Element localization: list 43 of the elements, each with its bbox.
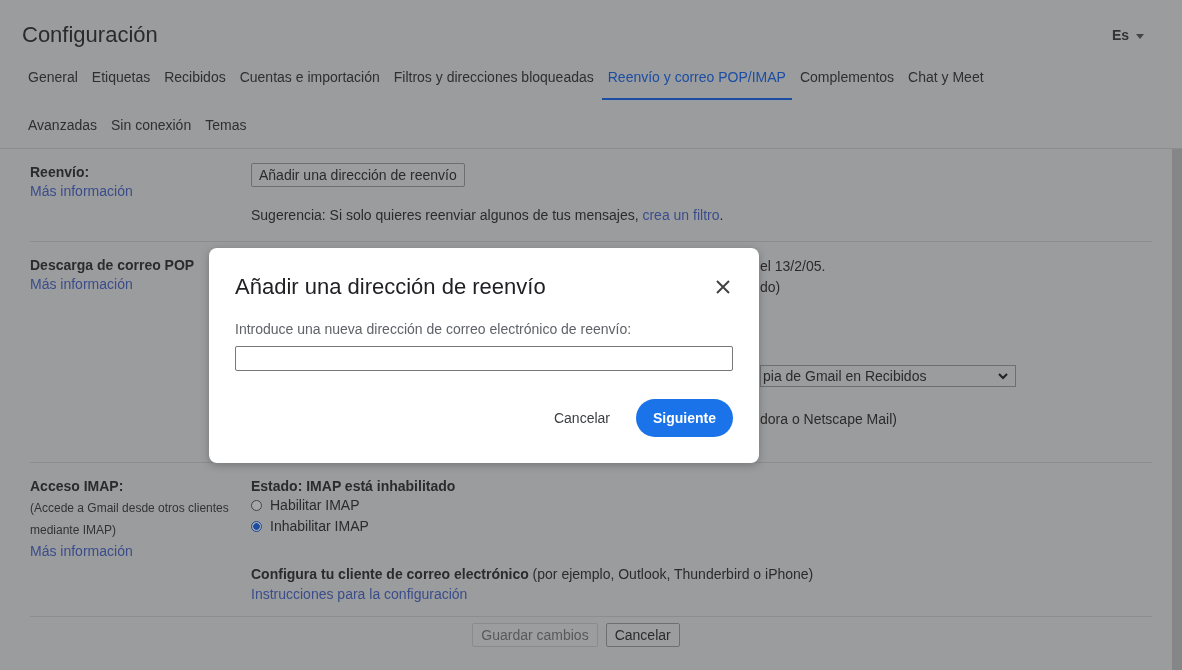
- close-icon[interactable]: [715, 279, 731, 295]
- settings-tab[interactable]: Etiquetas: [85, 52, 157, 100]
- more-info-link[interactable]: Más información: [30, 181, 133, 201]
- more-info-link[interactable]: Más información: [30, 274, 133, 294]
- pop-text: do): [760, 278, 781, 297]
- caret-icon: [1136, 33, 1144, 39]
- add-forwarding-button[interactable]: Añadir una dirección de reenvío: [251, 163, 465, 187]
- imap-option[interactable]: Inhabilitar IMAP: [251, 516, 369, 537]
- settings-tab[interactable]: Cuentas e importación: [233, 52, 386, 100]
- section-label: Descarga de correo POP: [30, 256, 195, 274]
- chevron-icon: [997, 372, 1009, 380]
- pop-text: dora o Netscape Mail): [760, 410, 897, 429]
- settings-tab[interactable]: General: [22, 52, 84, 100]
- settings-tab[interactable]: Sin conexión: [105, 100, 198, 148]
- setup-instructions-link[interactable]: Instrucciones para la configuración: [251, 584, 468, 604]
- imap-status: Estado: IMAP está inhabilitado: [251, 477, 456, 495]
- pop-select[interactable]: pia de Gmail en Recibidos: [760, 365, 1016, 387]
- radio-button[interactable]: [251, 521, 262, 532]
- page-title: Configuración: [22, 22, 158, 48]
- settings-tab[interactable]: Reenvío y correo POP/IMAP: [601, 52, 792, 100]
- dialog-title: Añadir una dirección de reenvío: [235, 274, 546, 300]
- hint-text: Sugerencia: Si solo quieres reenviar algunos de tus mensajes, crea un filtro.: [251, 206, 724, 225]
- section-description: (Accede a Gmail desde otros clientes mediante IMAP): [30, 500, 230, 539]
- language-menu[interactable]: Es: [1112, 27, 1144, 43]
- section-label: Reenvío:: [30, 163, 90, 181]
- next-button[interactable]: Siguiente: [636, 399, 733, 437]
- settings-tab[interactable]: Recibidos: [158, 52, 232, 100]
- email-input-field[interactable]: [235, 346, 733, 371]
- settings-tab[interactable]: Temas: [199, 100, 253, 148]
- cancel-button[interactable]: Cancelar: [553, 402, 610, 434]
- settings-tab[interactable]: Chat y Meet: [902, 52, 990, 100]
- create-filter-link[interactable]: crea un filtro: [642, 207, 720, 223]
- settings-tab[interactable]: Complementos: [793, 52, 901, 100]
- config-text: Configura tu cliente de correo electrónico (por ejemplo, Outlook, Thunderbird o iPhone): [251, 565, 814, 584]
- settings-tab[interactable]: Filtros y direcciones bloqueadas: [387, 52, 600, 100]
- imap-option[interactable]: Habilitar IMAP: [251, 495, 360, 516]
- pop-text: el 13/2/05.: [760, 257, 826, 276]
- more-info-link[interactable]: Más información: [30, 541, 133, 561]
- settings-tab[interactable]: Avanzadas: [22, 100, 103, 148]
- field-label: Introduce una nueva dirección de correo electrónico de reenvío:: [235, 321, 633, 337]
- section-label: Acceso IMAP:: [30, 477, 124, 495]
- footer-button[interactable]: Cancelar: [605, 623, 680, 647]
- radio-button[interactable]: [251, 500, 262, 511]
